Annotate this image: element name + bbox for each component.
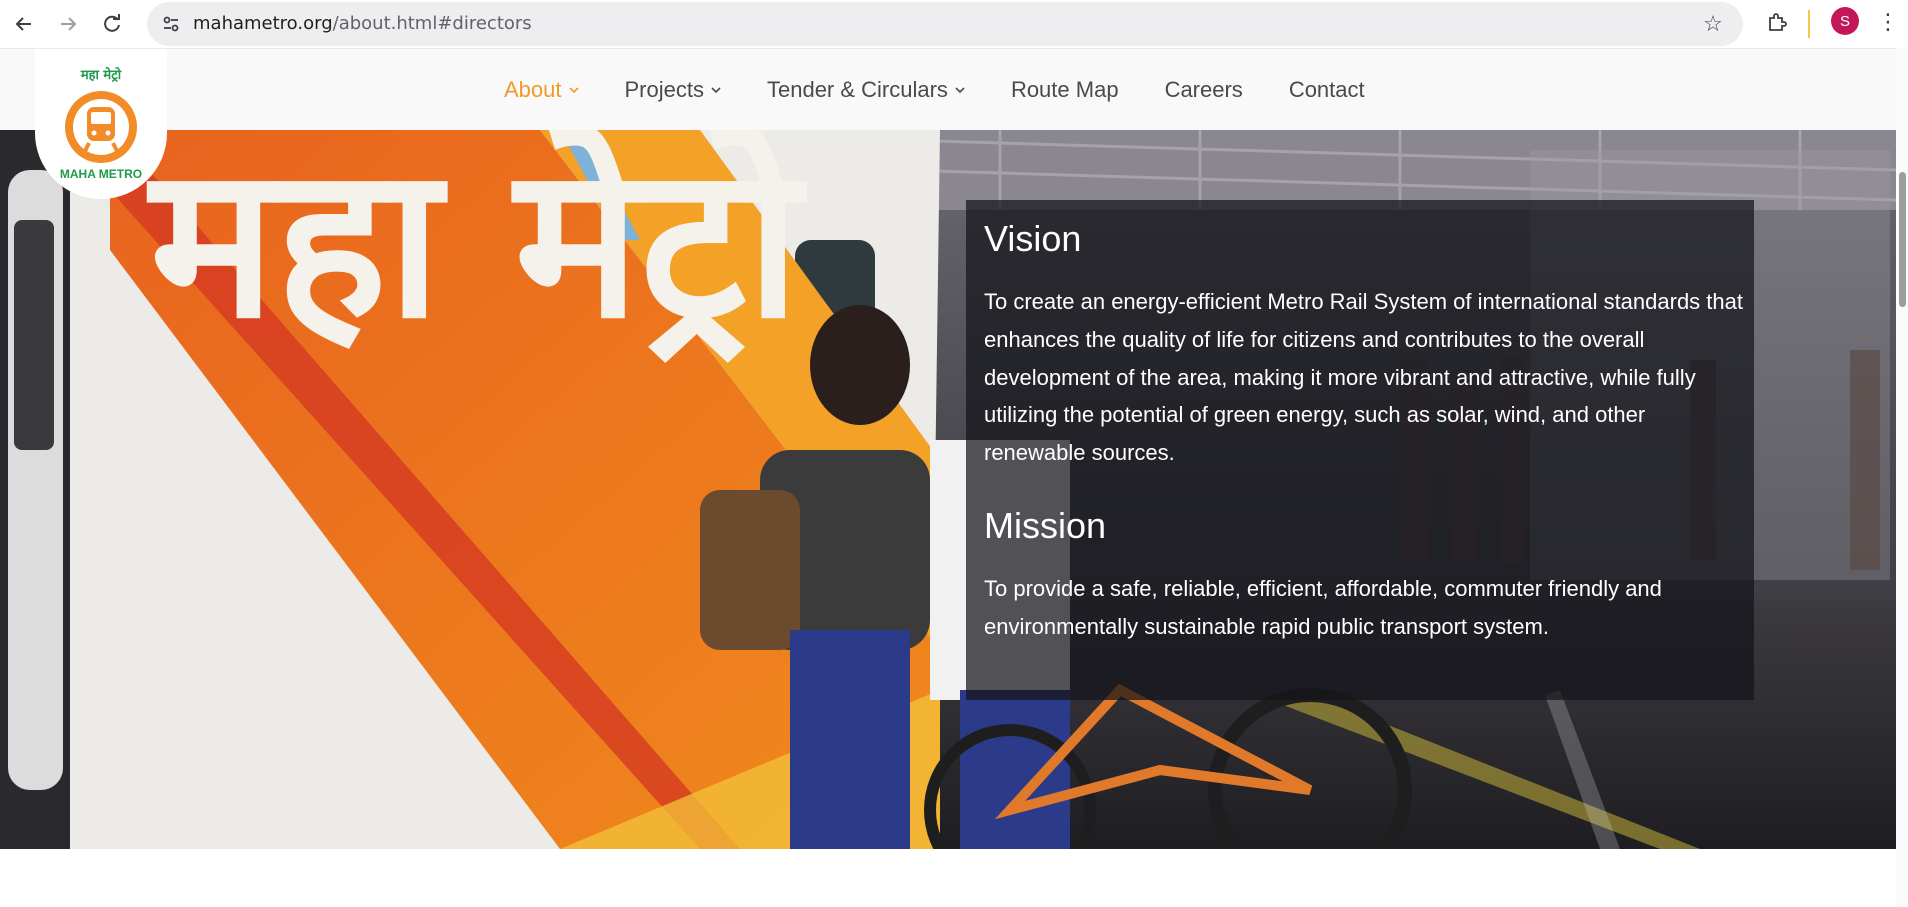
chevron-down-icon: [568, 85, 579, 95]
extensions-icon[interactable]: [1761, 6, 1793, 38]
nav-item-label: Projects: [624, 77, 704, 102]
mission-title: Mission: [984, 505, 1107, 546]
url-text[interactable]: mahametro.org/about.html#directors: [193, 2, 532, 46]
hero-section: महा मेट्रो Vision To create an energy-ef…: [0, 130, 1896, 849]
page-scrollbar-thumb[interactable]: [1899, 172, 1906, 307]
maha-metro-logo[interactable]: महा मेट्रो MAHA METRO: [35, 49, 167, 199]
vision-mission-panel: Vision To create an energy-efficient Met…: [966, 200, 1754, 700]
chevron-down-icon: [711, 85, 721, 95]
nav-item-contact[interactable]: Contact: [1289, 77, 1365, 103]
bookmark-star-icon[interactable]: ☆: [1699, 10, 1727, 38]
nav-item-tender-circulars[interactable]: Tender & Circulars: [767, 77, 965, 103]
browser-menu-icon[interactable]: ⋮: [1876, 6, 1900, 38]
vision-text: To create an energy-efficient Metro Rail…: [984, 289, 1743, 466]
train-livery-text: महा मेट्रो: [146, 130, 807, 365]
back-arrow-icon: [15, 17, 31, 31]
nav-item-route-map[interactable]: Route Map: [1011, 77, 1119, 103]
back-button[interactable]: [4, 4, 44, 44]
logo-name-text: MAHA METRO: [59, 167, 143, 181]
reload-icon: [104, 14, 120, 32]
nav-item-label: Contact: [1288, 77, 1365, 102]
nav-item-label: Tender & Circulars: [766, 77, 948, 102]
forward-button[interactable]: [48, 4, 88, 44]
forward-arrow-icon: [61, 17, 77, 31]
logo-hindi-text: महा मेट्रो: [80, 68, 122, 83]
nav-item-projects[interactable]: Projects: [625, 77, 721, 103]
profile-avatar[interactable]: S: [1831, 7, 1859, 35]
main-navigation: About Projects Tender & Circulars Route …: [504, 49, 1411, 131]
nav-item-label: Route Map: [1010, 77, 1119, 102]
nav-item-label: About: [504, 77, 562, 102]
metro-train-logo-icon: [65, 91, 137, 163]
site-info-icon[interactable]: [155, 8, 187, 40]
chevron-down-icon: [955, 85, 965, 95]
nav-item-about[interactable]: About: [504, 77, 579, 103]
vision-title: Vision: [984, 218, 1082, 259]
nav-item-careers[interactable]: Careers: [1165, 77, 1243, 103]
reload-button[interactable]: [92, 4, 132, 44]
mission-text: To provide a safe, reliable, efficient, …: [984, 576, 1662, 639]
browser-toolbar: mahametro.org/about.html#directors ☆ S ⋮: [0, 0, 1908, 48]
nav-item-label: Careers: [1164, 77, 1243, 102]
toolbar-divider: [1808, 10, 1810, 38]
site-header: About Projects Tender & Circulars Route …: [0, 48, 1896, 131]
url-host: mahametro.org: [193, 13, 333, 34]
url-path: /about.html#directors: [332, 13, 532, 34]
address-bar[interactable]: mahametro.org/about.html#directors ☆: [147, 2, 1743, 46]
